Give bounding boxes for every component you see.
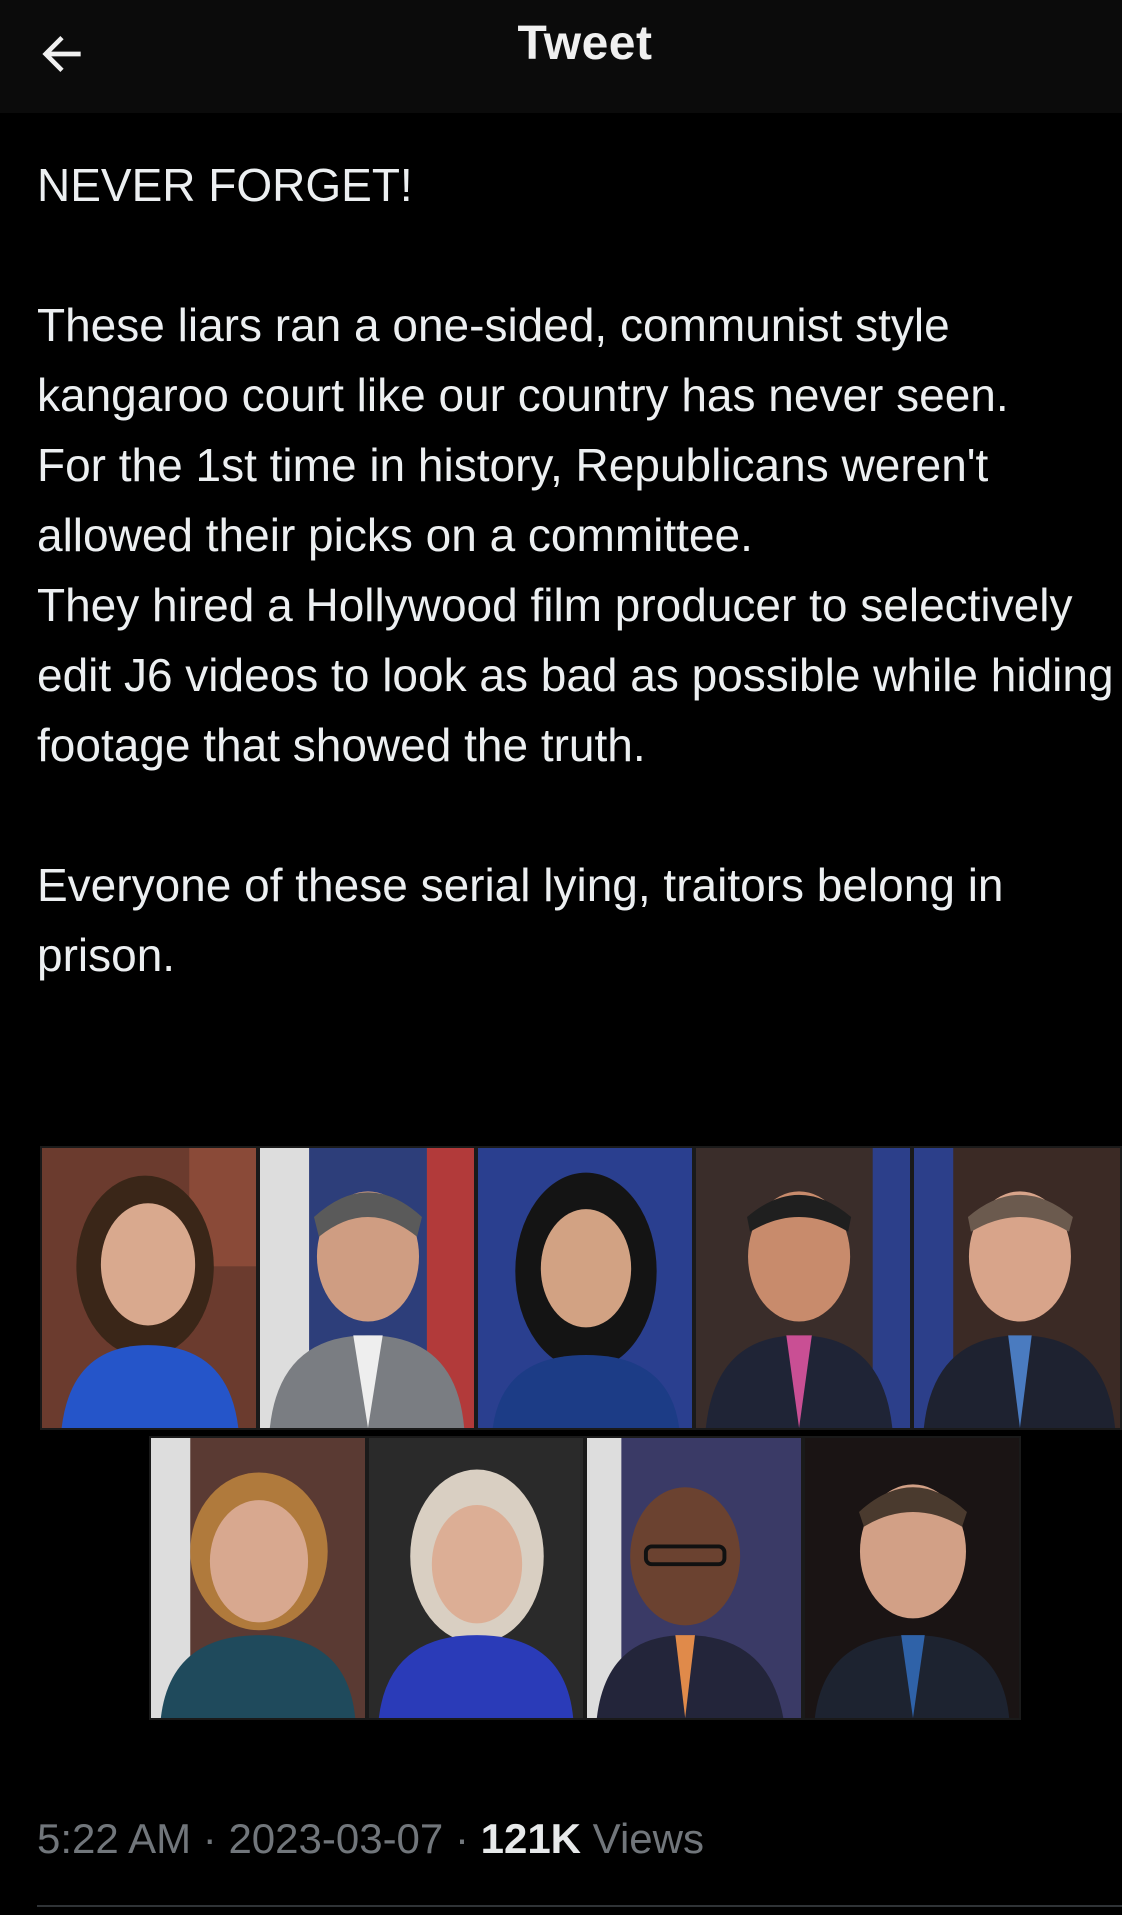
tweet-image[interactable] [40, 1146, 1122, 1720]
portrait-photo [476, 1146, 694, 1430]
portrait-photo [367, 1436, 585, 1720]
meta-separator: · [443, 1815, 481, 1862]
page-title: Tweet [517, 17, 653, 70]
tweet-paragraph: Everyone of these serial lying, traitors… [37, 859, 1004, 981]
tweet-meta: 5:22 AM · 2023-03-07 · 121K Views [37, 1815, 704, 1863]
tweet-date: 2023-03-07 [228, 1815, 444, 1862]
meta-separator: · [191, 1815, 229, 1862]
tweet-paragraph: NEVER FORGET! [37, 159, 413, 211]
portrait-photo [258, 1146, 476, 1430]
views-label: Views [581, 1815, 704, 1862]
portrait-photo [912, 1146, 1122, 1430]
portrait-photo [694, 1146, 912, 1430]
portrait-photo [803, 1436, 1021, 1720]
tweet-paragraph: These liars ran a one-sided, communist s… [37, 299, 1114, 771]
portrait-photo [149, 1436, 367, 1720]
tweet-time: 5:22 AM [37, 1815, 192, 1862]
tweet-text: NEVER FORGET! These liars ran a one-side… [37, 150, 1122, 990]
portrait-photo [40, 1146, 258, 1430]
top-bar: Tweet [0, 0, 1122, 113]
views-count[interactable]: 121K [481, 1815, 581, 1862]
divider [37, 1905, 1122, 1907]
portrait-photo [585, 1436, 803, 1720]
